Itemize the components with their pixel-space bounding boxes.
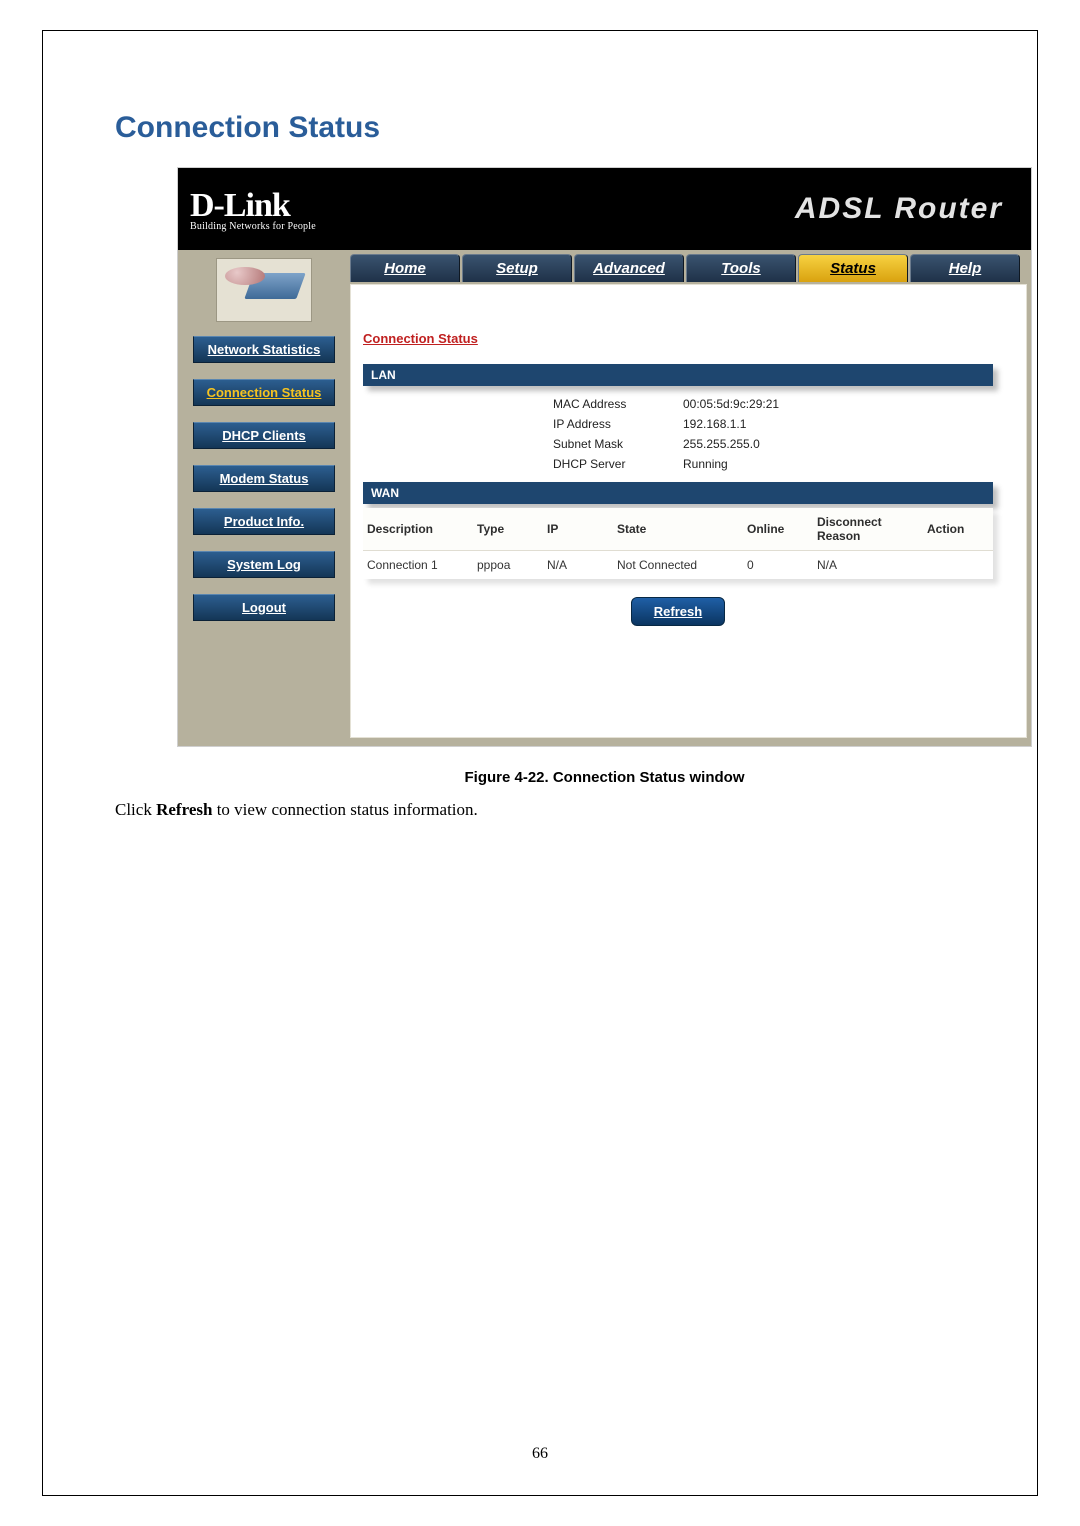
lan-label-dhcp: DHCP Server	[553, 457, 683, 471]
wan-th-online: Online	[743, 508, 813, 551]
sidebar-item-connection-status[interactable]: Connection Status	[193, 379, 335, 406]
wan-row: Connection 1 pppoa N/A Not Connected 0 N…	[363, 551, 993, 580]
wan-cell-online: 0	[743, 551, 813, 580]
product-title: ADSL Router	[795, 192, 1003, 226]
tab-home[interactable]: Home	[350, 254, 460, 282]
wan-th-description: Description	[363, 508, 473, 551]
tab-help[interactable]: Help	[910, 254, 1020, 282]
refresh-button[interactable]: Refresh	[631, 597, 725, 626]
sidebar-item-system-log[interactable]: System Log	[193, 551, 335, 578]
tab-row: Home Setup Advanced Tools Status Help	[350, 250, 1031, 282]
lan-label-mask: Subnet Mask	[553, 437, 683, 451]
content-panel: Connection Status LAN MAC Address00:05:5…	[350, 284, 1027, 738]
sidebar-item-logout[interactable]: Logout	[193, 594, 335, 621]
lan-info: MAC Address00:05:5d:9c:29:21 IP Address1…	[363, 394, 993, 474]
section-title: Connection Status	[363, 331, 1014, 346]
tab-status[interactable]: Status	[798, 254, 908, 282]
lan-value-dhcp: Running	[683, 457, 993, 471]
wan-th-reason: Disconnect Reason	[813, 508, 923, 551]
page-number: 66	[43, 1445, 1037, 1463]
brand-tagline: Building Networks for People	[190, 221, 316, 232]
router-image	[216, 258, 312, 322]
tab-tools[interactable]: Tools	[686, 254, 796, 282]
wan-cell-reason: N/A	[813, 551, 923, 580]
sidebar-item-network-statistics[interactable]: Network Statistics	[193, 336, 335, 363]
wan-th-action: Action	[923, 508, 993, 551]
lan-value-ip: 192.168.1.1	[683, 417, 993, 431]
sidebar-item-modem-status[interactable]: Modem Status	[193, 465, 335, 492]
wan-cell-desc: Connection 1	[363, 551, 473, 580]
wan-cell-action	[923, 551, 993, 580]
wan-table: Description Type IP State Online Disconn…	[363, 508, 993, 579]
sidebar-item-product-info[interactable]: Product Info.	[193, 508, 335, 535]
instruction-text: Click Refresh to view connection status …	[115, 800, 973, 820]
wan-th-state: State	[613, 508, 743, 551]
router-ui-screenshot: D-Link Building Networks for People ADSL…	[177, 167, 1032, 747]
wan-cell-type: pppoa	[473, 551, 543, 580]
wan-cell-ip: N/A	[543, 551, 613, 580]
lan-value-mask: 255.255.255.0	[683, 437, 993, 451]
dlink-logo: D-Link Building Networks for People	[190, 187, 316, 232]
wan-section-header: WAN	[363, 482, 993, 504]
lan-section-header: LAN	[363, 364, 993, 386]
lan-label-mac: MAC Address	[553, 397, 683, 411]
wan-th-ip: IP	[543, 508, 613, 551]
tab-advanced[interactable]: Advanced	[574, 254, 684, 282]
wan-cell-state: Not Connected	[613, 551, 743, 580]
sidebar-item-dhcp-clients[interactable]: DHCP Clients	[193, 422, 335, 449]
tab-setup[interactable]: Setup	[462, 254, 572, 282]
wan-th-type: Type	[473, 508, 543, 551]
figure-caption: Figure 4-22. Connection Status window	[177, 769, 1032, 786]
page-title: Connection Status	[115, 111, 973, 145]
lan-value-mac: 00:05:5d:9c:29:21	[683, 397, 993, 411]
router-header: D-Link Building Networks for People ADSL…	[178, 168, 1031, 250]
sidebar: Network Statistics Connection Status DHC…	[178, 250, 350, 746]
lan-label-ip: IP Address	[553, 417, 683, 431]
brand-name: D-Link	[190, 187, 316, 225]
